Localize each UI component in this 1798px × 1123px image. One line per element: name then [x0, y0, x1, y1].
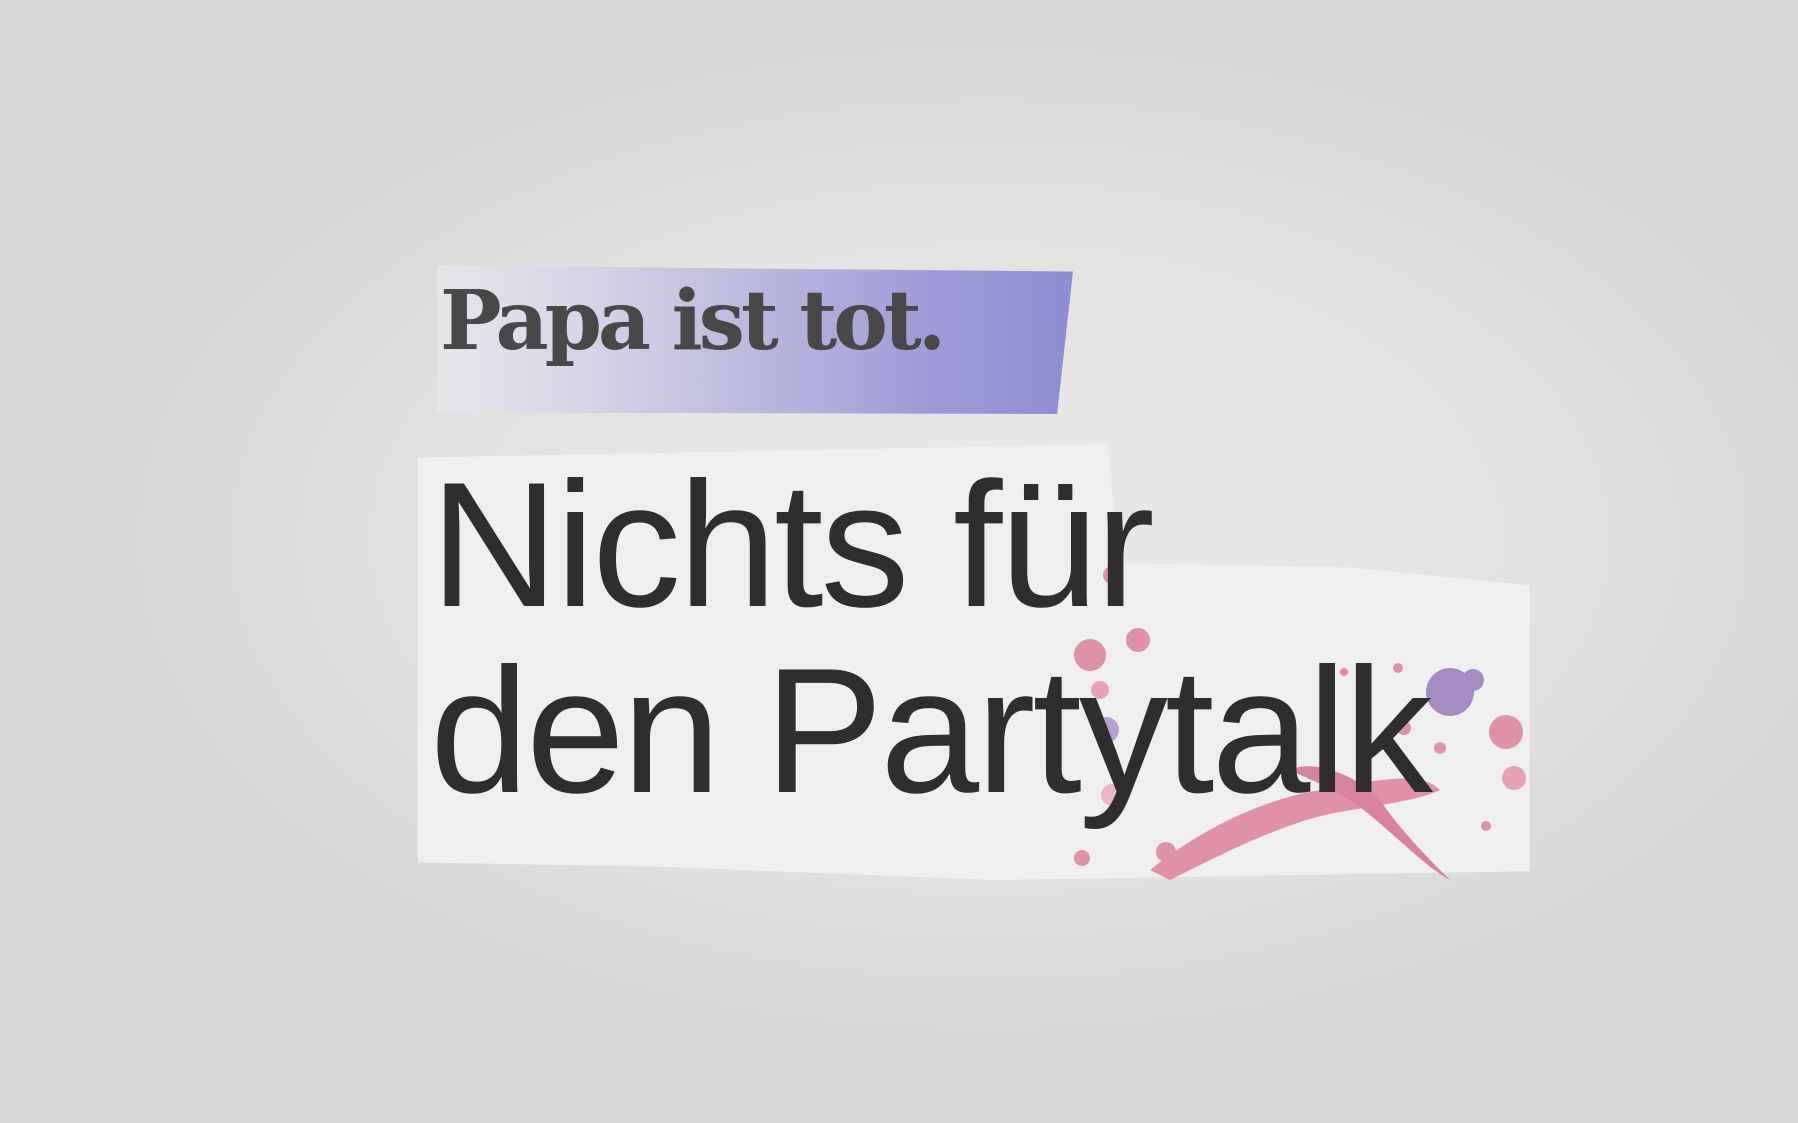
- headline-line-2: den Partytalk: [430, 631, 1433, 830]
- headline-line-1: Nichts für: [430, 445, 1155, 644]
- kicker-text: Papa ist tot.: [440, 273, 946, 369]
- headline: Nichts für den Partytalk: [430, 445, 1433, 830]
